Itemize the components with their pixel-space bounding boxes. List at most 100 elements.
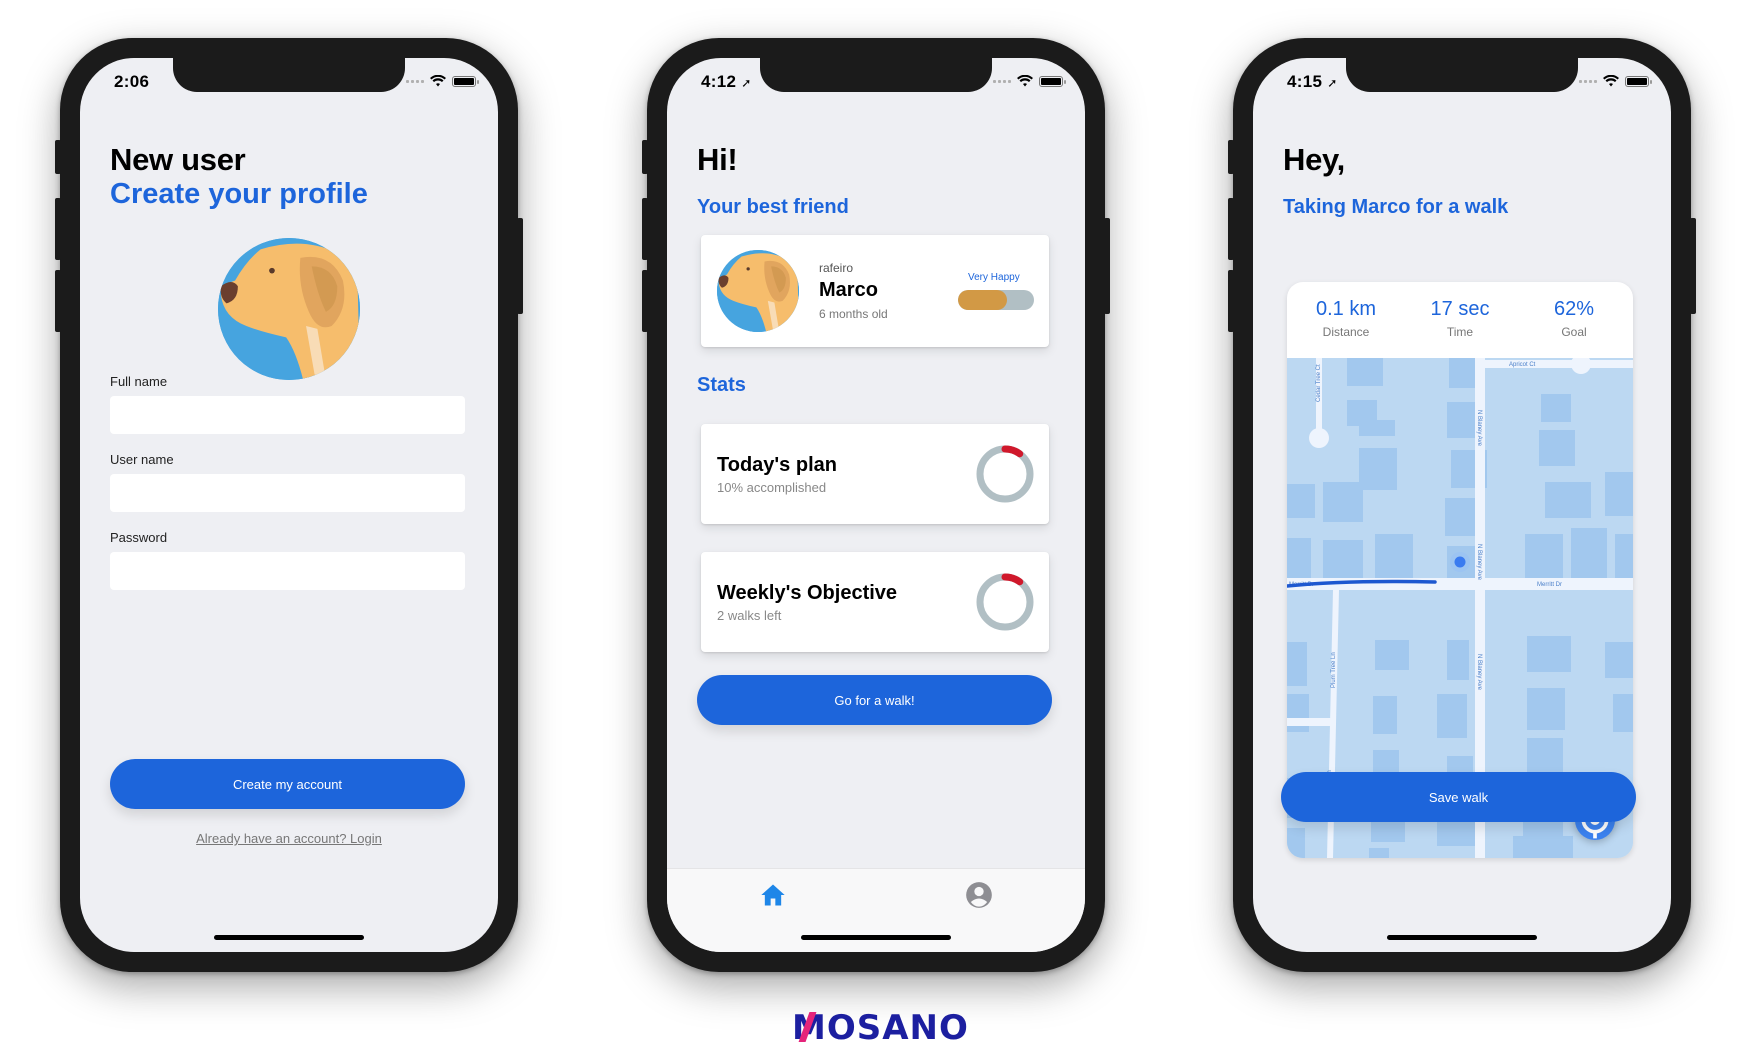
metric-value: 0.1 km <box>1315 298 1377 320</box>
battery-icon <box>1039 75 1066 87</box>
volume-down-button <box>642 270 648 332</box>
home-screen: 4:12 ➚ Hi! Your best friend rafeiro Marc… <box>667 58 1085 952</box>
home-icon[interactable] <box>759 881 787 909</box>
progress-ring-track <box>976 445 1034 503</box>
status-time: 4:15 ➚ <box>1287 72 1338 92</box>
stat-title: Today's plan <box>717 454 837 476</box>
dog-illustration <box>717 250 799 332</box>
metric-distance: 0.1 km Distance <box>1291 298 1401 339</box>
progress-ring <box>976 573 1034 631</box>
metric-label: Distance <box>1322 325 1370 339</box>
phone-signup: 2:06 New user Create your profile Full n… <box>55 38 523 972</box>
walk-screen: 4:15 ➚ Hey, Taking Marco for a walk 0.1 … <box>1253 58 1671 952</box>
user-name-label: User name <box>110 452 174 467</box>
location-arrow-icon: ➚ <box>1327 76 1338 90</box>
status-icons <box>406 75 479 87</box>
pet-name: Marco <box>819 279 878 301</box>
notch <box>1346 58 1578 92</box>
wifi-icon <box>430 75 446 87</box>
map-label-n-blaney-ave-2: N Blaney Ave <box>1476 544 1482 581</box>
mute-switch <box>642 140 648 174</box>
power-button <box>1690 218 1696 314</box>
map-label-n-blaney-ave: N Blaney Ave <box>1476 410 1482 447</box>
signal-icon <box>993 79 1011 83</box>
volume-down-button <box>1228 270 1234 332</box>
create-account-button[interactable]: Create my account <box>110 759 465 809</box>
signup-screen: 2:06 New user Create your profile Full n… <box>80 58 498 952</box>
stat-subtitle: 10% accomplished <box>717 480 827 495</box>
greeting-title: Hi! <box>697 142 738 177</box>
battery-icon <box>452 75 479 87</box>
metric-goal: 62% Goal <box>1519 298 1629 339</box>
map-label-n-blaney-ave-3: N Blaney Ave <box>1476 654 1482 691</box>
pet-avatar <box>717 250 799 332</box>
mute-switch <box>1228 140 1234 174</box>
map-label-plum-tree-ln: Plum Tree Ln <box>1331 652 1337 688</box>
page-subtitle: Create your profile <box>110 178 368 210</box>
go-for-walk-button[interactable]: Go for a walk! <box>697 675 1052 725</box>
best-friend-heading: Your best friend <box>697 196 849 218</box>
logo-mark: M <box>792 1008 827 1043</box>
status-icons <box>1579 75 1652 87</box>
user-name-input[interactable] <box>110 474 465 512</box>
mute-switch <box>55 140 61 174</box>
map-label-apricot-ct: Apricot Ct <box>1509 362 1536 368</box>
notch <box>760 58 992 92</box>
progress-ring <box>976 445 1034 503</box>
power-button <box>517 218 523 314</box>
progress-ring-track <box>976 573 1034 631</box>
location-arrow-icon: ➚ <box>741 76 752 90</box>
status-time-text: 4:12 <box>701 72 737 91</box>
volume-up-button <box>55 198 61 260</box>
power-button <box>1104 218 1110 314</box>
phone-walk: 4:15 ➚ Hey, Taking Marco for a walk 0.1 … <box>1228 38 1696 972</box>
save-walk-button[interactable]: Save walk <box>1281 772 1636 822</box>
pet-age: 6 months old <box>819 307 888 321</box>
pet-breed: rafeiro <box>819 261 854 275</box>
battery-icon <box>1625 75 1652 87</box>
dog-avatar[interactable] <box>218 238 360 380</box>
user-circle-icon[interactable] <box>965 881 993 909</box>
walk-subtitle: Taking Marco for a walk <box>1283 196 1509 218</box>
stats-heading: Stats <box>697 374 746 396</box>
status-time-text: 4:15 <box>1287 72 1323 91</box>
metric-time: 17 sec Time <box>1405 298 1515 339</box>
mosano-logo: MOSANO <box>792 1008 969 1043</box>
stat-subtitle: 2 walks left <box>717 608 782 623</box>
password-input[interactable] <box>110 552 465 590</box>
login-link[interactable]: Already have an account? Login <box>80 831 498 846</box>
pet-card[interactable]: rafeiro Marco 6 months old Very Happy <box>701 235 1049 347</box>
metric-value: 17 sec <box>1430 298 1490 320</box>
signal-icon <box>406 79 424 83</box>
volume-down-button <box>55 270 61 332</box>
map-label-cedar-tree-ct: Cedar Tree Ct <box>1316 364 1322 402</box>
volume-up-button <box>1228 198 1234 260</box>
metric-label: Time <box>1446 325 1474 339</box>
wifi-icon <box>1017 75 1033 87</box>
signal-icon <box>1579 79 1597 83</box>
home-indicator <box>801 935 951 940</box>
wifi-icon <box>1603 75 1619 87</box>
stat-title: Weekly's Objective <box>717 582 898 604</box>
home-indicator <box>214 935 364 940</box>
full-name-label: Full name <box>110 374 168 389</box>
map-label-merritt-dr-2: Merritt Dr <box>1537 582 1562 588</box>
current-location-dot <box>1454 556 1466 568</box>
logo-text: OSANO <box>826 1008 969 1043</box>
stat-card-today[interactable]: Today's plan 10% accomplished <box>701 424 1049 524</box>
stat-card-weekly[interactable]: Weekly's Objective 2 walks left <box>701 552 1049 652</box>
page-title: New user <box>110 142 246 177</box>
dog-illustration <box>218 238 360 380</box>
status-time: 2:06 <box>114 72 150 91</box>
metric-value: 62% <box>1553 298 1595 320</box>
full-name-input[interactable] <box>110 396 465 434</box>
mood-bar <box>958 290 1034 310</box>
home-indicator <box>1387 935 1537 940</box>
password-label: Password <box>110 530 168 545</box>
phone-home: 4:12 ➚ Hi! Your best friend rafeiro Marc… <box>642 38 1110 972</box>
mood-label: Very Happy <box>968 272 1020 283</box>
greeting-title: Hey, <box>1283 142 1345 177</box>
metric-label: Goal <box>1561 325 1587 339</box>
mood-bar-fill <box>958 290 1008 310</box>
status-time: 4:12 ➚ <box>701 72 752 92</box>
